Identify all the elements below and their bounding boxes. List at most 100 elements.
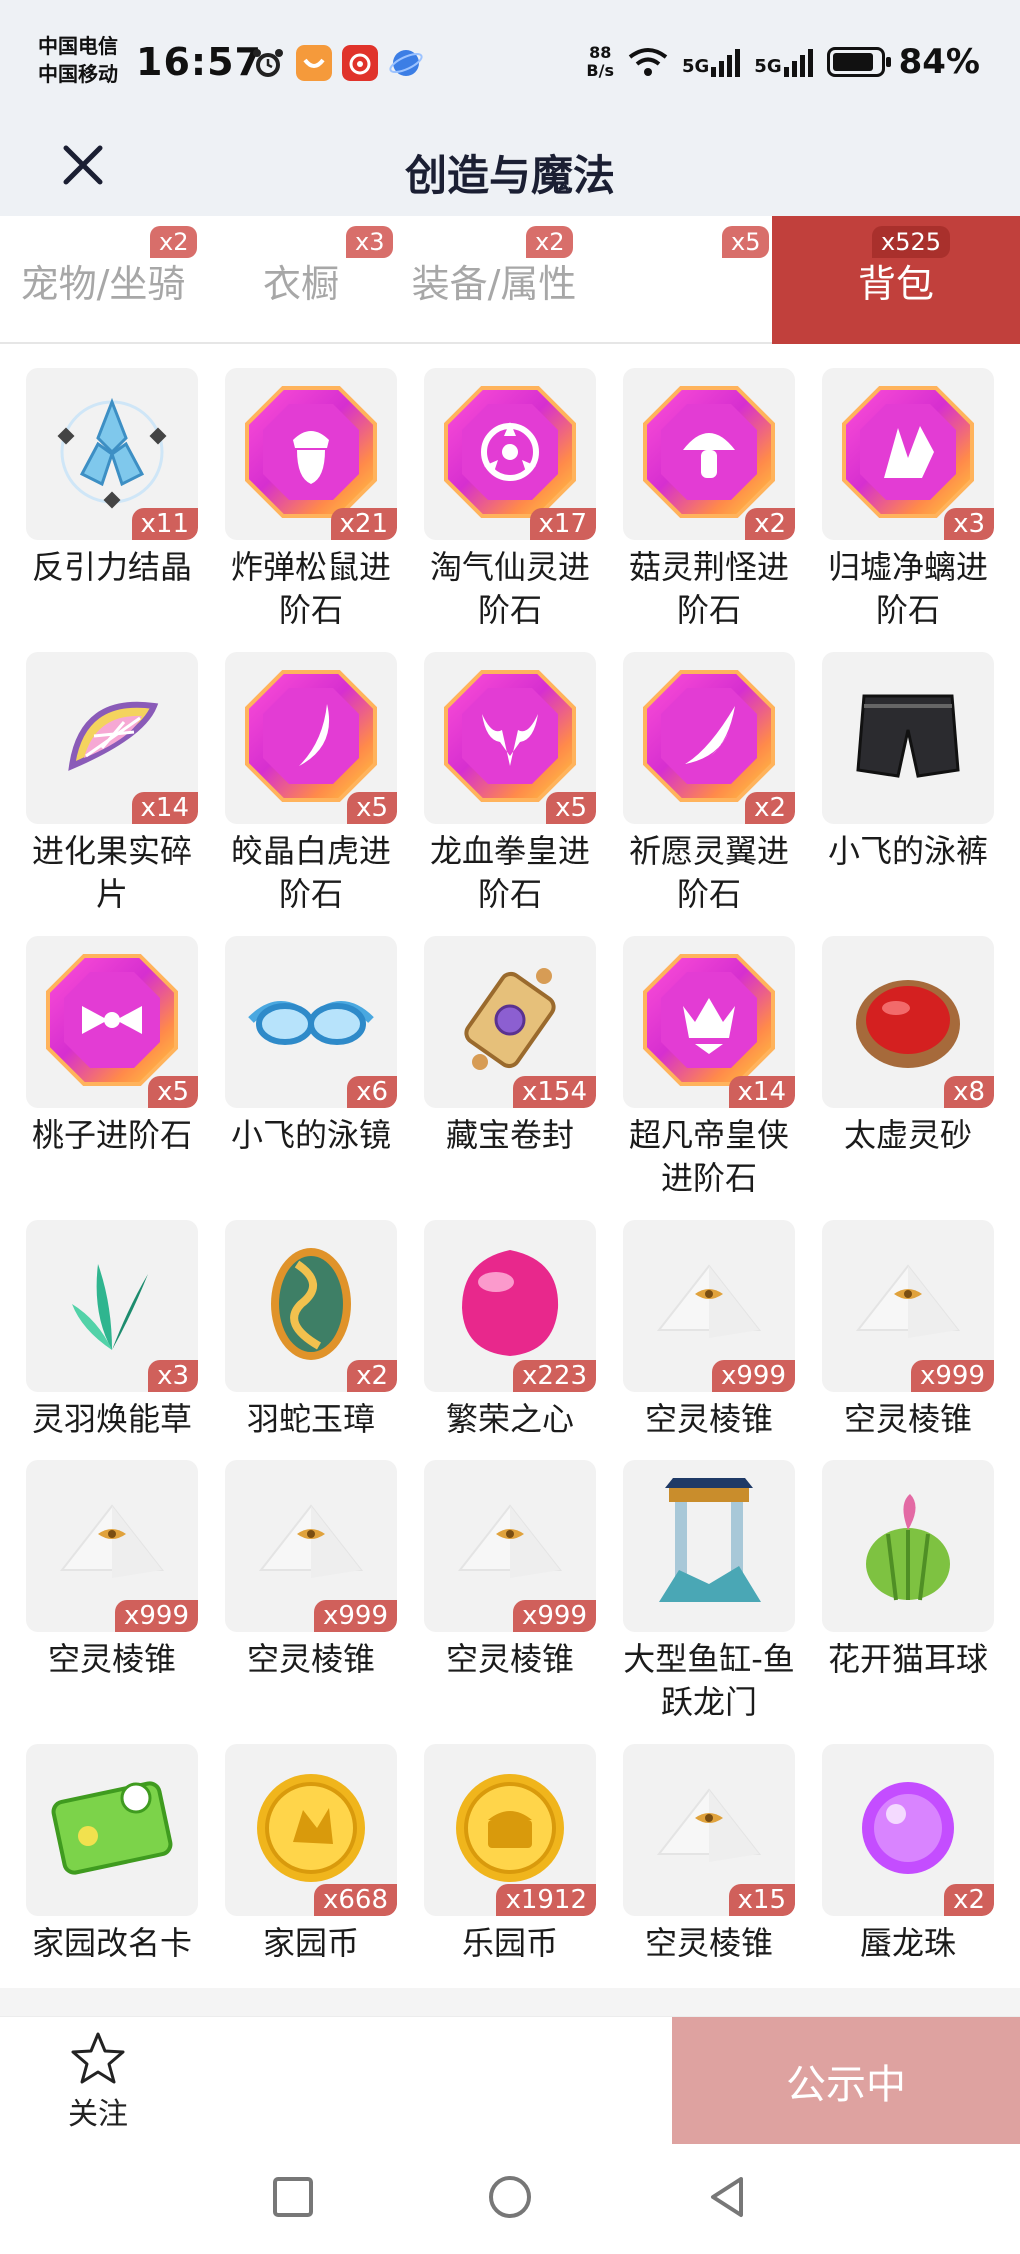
- inventory-item[interactable]: x14 进化果实碎片: [26, 652, 198, 936]
- item-thumbnail: x999: [424, 1460, 596, 1632]
- inventory-item[interactable]: x223 繁荣之心: [424, 1220, 596, 1460]
- goggles-icon: [241, 950, 381, 1094]
- tab-count-badge: x525: [872, 226, 951, 258]
- inventory-item[interactable]: x999 空灵棱锥: [822, 1220, 994, 1460]
- inventory-item[interactable]: x14 超凡帝皇侠进阶石: [623, 936, 795, 1220]
- inventory-item[interactable]: x8 太虚灵砂: [822, 936, 994, 1220]
- tab-2[interactable]: x2 装备/属性: [396, 216, 592, 344]
- inventory-item[interactable]: 大型鱼缸-鱼跃龙门: [623, 1460, 795, 1744]
- net-speed-unit: B/s: [586, 61, 614, 80]
- inventory-item[interactable]: x2 菇灵荆怪进阶石: [623, 368, 795, 652]
- gold-coin-icon: [241, 1758, 381, 1902]
- tab-label: 衣橱: [262, 261, 339, 306]
- inventory-item[interactable]: x999 空灵棱锥: [623, 1220, 795, 1460]
- inventory-item[interactable]: x999 空灵棱锥: [26, 1460, 198, 1744]
- inventory-item[interactable]: x5 桃子进阶石: [26, 936, 198, 1220]
- app-header: 创造与魔法: [0, 120, 1020, 216]
- recent-apps-icon[interactable]: [270, 2174, 316, 2220]
- item-thumbnail: x154: [424, 936, 596, 1108]
- inventory-item[interactable]: x999 空灵棱锥: [424, 1460, 596, 1744]
- inventory-item[interactable]: x2 羽蛇玉璋: [225, 1220, 397, 1460]
- item-quantity-badge: x2: [347, 1360, 397, 1392]
- item-quantity-badge: x999: [910, 1360, 994, 1392]
- signal-bars-icon: [711, 47, 741, 77]
- item-name: 繁荣之心: [445, 1400, 574, 1438]
- inventory-grid: x11 反引力结晶 x21 炸弹松鼠进阶石 x17 淘气仙灵进阶石 x2 菇灵荆怪进阶石 x3 归…: [26, 368, 1000, 1984]
- red-orb-icon: [838, 950, 978, 1094]
- item-quantity-badge: x999: [114, 1600, 198, 1632]
- pink-gem-icon: [440, 1234, 580, 1378]
- item-thumbnail: x2: [623, 652, 795, 824]
- back-icon[interactable]: [705, 2174, 751, 2220]
- item-name: 小飞的泳裤: [827, 832, 988, 870]
- gem-bull-icon: [440, 666, 580, 810]
- inventory-item[interactable]: x5 龙血拳皇进阶石: [424, 652, 596, 936]
- wifi-icon: [628, 48, 668, 76]
- item-name: 灵羽焕能草: [31, 1400, 192, 1438]
- inventory-item[interactable]: x5 皎晶白虎进阶石: [225, 652, 397, 936]
- item-name: 藏宝卷封: [445, 1116, 574, 1154]
- item-name: 空灵棱锥: [644, 1400, 773, 1438]
- item-thumbnail: x3: [822, 368, 994, 540]
- item-quantity-badge: x6: [347, 1076, 397, 1108]
- gem-acorn-icon: [241, 382, 381, 526]
- tab-3[interactable]: x5: [592, 216, 772, 344]
- follow-button[interactable]: 关注: [58, 2031, 138, 2133]
- item-thumbnail: x999: [822, 1220, 994, 1392]
- home-icon[interactable]: [487, 2174, 533, 2220]
- inventory-item[interactable]: x15 空灵棱锥: [623, 1744, 795, 1984]
- inventory-item[interactable]: x2 祈愿灵翼进阶石: [623, 652, 795, 936]
- item-thumbnail: x999: [26, 1460, 198, 1632]
- item-thumbnail: x17: [424, 368, 596, 540]
- inventory-item[interactable]: x6 小飞的泳镜: [225, 936, 397, 1220]
- item-name: 空灵棱锥: [246, 1640, 375, 1678]
- inventory-item[interactable]: x154 藏宝卷封: [424, 936, 596, 1220]
- tab-count-badge: x5: [722, 226, 770, 258]
- tab-1[interactable]: x3 衣橱: [206, 216, 396, 344]
- tab-0[interactable]: x2 宠物/坐骑: [0, 216, 206, 344]
- signal-bars-icon: [783, 47, 813, 77]
- publish-status-button[interactable]: 公示中: [672, 2017, 1020, 2145]
- inventory-item[interactable]: x999 空灵棱锥: [225, 1460, 397, 1744]
- pyramid-icon: [639, 1758, 779, 1902]
- item-thumbnail: x15: [623, 1744, 795, 1916]
- inventory-item[interactable]: x1912 乐园币: [424, 1744, 596, 1984]
- item-name: 皎晶白虎进阶石: [230, 832, 391, 913]
- pyramid-icon: [440, 1474, 580, 1618]
- inventory-item[interactable]: x2 蜃龙珠: [822, 1744, 994, 1984]
- inventory-item[interactable]: 花开猫耳球: [822, 1460, 994, 1744]
- item-thumbnail: [623, 1460, 795, 1632]
- item-quantity-badge: x668: [313, 1884, 397, 1916]
- gold-coin-chest-icon: [440, 1758, 580, 1902]
- item-quantity-badge: x154: [512, 1076, 596, 1108]
- inventory-item[interactable]: x3 灵羽焕能草: [26, 1220, 198, 1460]
- tab-4[interactable]: x525 背包: [772, 216, 1020, 344]
- item-thumbnail: x5: [225, 652, 397, 824]
- item-name: 归墟净螭进阶石: [827, 548, 988, 629]
- item-name: 反引力结晶: [31, 548, 192, 586]
- crystal-icon: [42, 382, 182, 526]
- item-thumbnail: x2: [623, 368, 795, 540]
- inventory-item[interactable]: x3 归墟净螭进阶石: [822, 368, 994, 652]
- item-name: 祈愿灵翼进阶石: [628, 832, 789, 913]
- inventory-item[interactable]: x17 淘气仙灵进阶石: [424, 368, 596, 652]
- item-quantity-badge: x17: [529, 508, 596, 540]
- alarm-icon: [253, 49, 283, 77]
- item-thumbnail: x11: [26, 368, 198, 540]
- sim2-label: 5G: [754, 56, 782, 77]
- fruit-slice-icon: [42, 666, 182, 810]
- system-indicators: 88 B/s 5G 5G 84%: [586, 42, 980, 82]
- inventory-item[interactable]: 家园改名卡: [26, 1744, 198, 1984]
- status-bar: 中国电信 中国移动 16:57 88 B/s 5G 5G 84%: [0, 0, 1020, 120]
- item-thumbnail: x2: [822, 1744, 994, 1916]
- inventory-item[interactable]: 小飞的泳裤: [822, 652, 994, 936]
- inventory-item[interactable]: x11 反引力结晶: [26, 368, 198, 652]
- inventory-item[interactable]: x21 炸弹松鼠进阶石: [225, 368, 397, 652]
- item-name: 家园改名卡: [31, 1924, 192, 1962]
- battery-percent: 84%: [898, 42, 980, 82]
- item-name: 羽蛇玉璋: [246, 1400, 375, 1438]
- pyramid-icon: [838, 1234, 978, 1378]
- item-thumbnail: x223: [424, 1220, 596, 1392]
- item-quantity-badge: x14: [131, 792, 198, 824]
- inventory-item[interactable]: x668 家园币: [225, 1744, 397, 1984]
